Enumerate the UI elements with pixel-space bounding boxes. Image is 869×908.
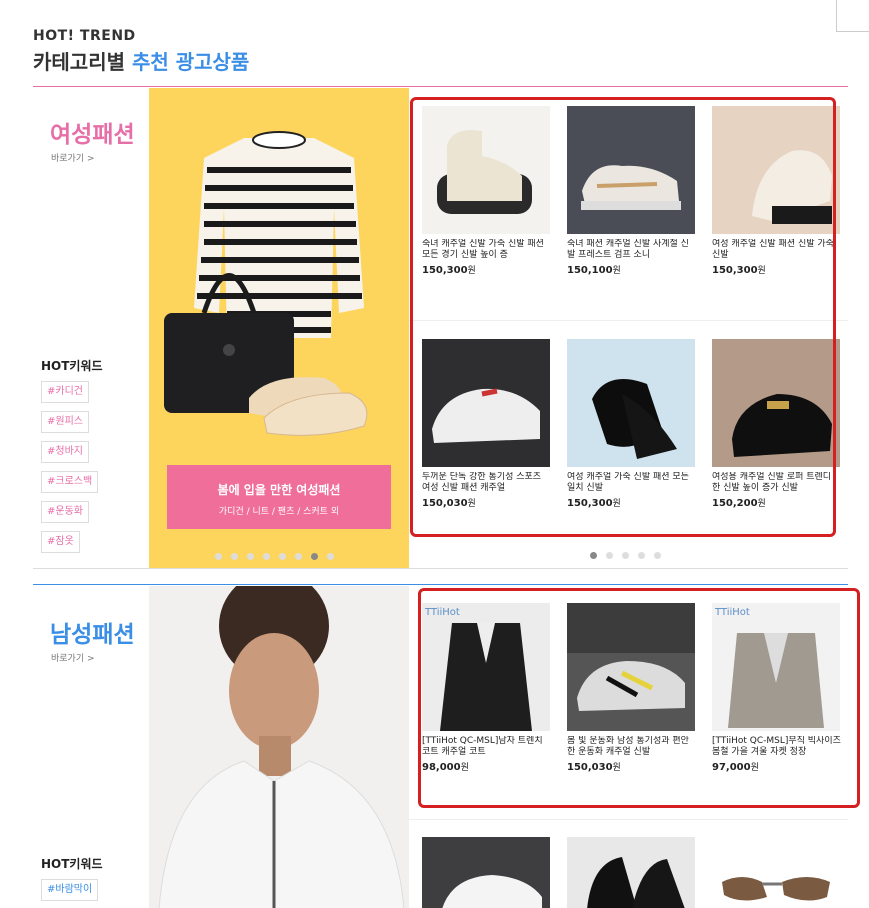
product-title[interactable]: 숙녀 캐주얼 신발 가죽 신발 패션 모든 경기 신발 높이 증 bbox=[422, 239, 552, 261]
product-price: 98,000원 bbox=[422, 762, 469, 773]
product-image bbox=[712, 339, 840, 467]
window-corner bbox=[836, 0, 869, 32]
pagination-dot-active[interactable] bbox=[311, 553, 318, 560]
keyword-tag[interactable]: #카디건 bbox=[41, 381, 89, 403]
section-divider bbox=[33, 568, 848, 569]
hot-keyword-label: HOT키워드 bbox=[41, 359, 103, 373]
pagination-dot[interactable] bbox=[263, 553, 270, 560]
row-divider bbox=[409, 320, 848, 321]
keyword-tag[interactable]: #운동화 bbox=[41, 501, 89, 523]
product-price: 150,030원 bbox=[422, 498, 476, 509]
banner-caption-box[interactable]: 봄에 입을 만한 여성패션 가디건 / 니트 / 팬츠 / 스커트 외 bbox=[167, 465, 391, 529]
product-card[interactable]: 여성 캐주얼 가죽 신발 패션 모든 일치 신발 150,300원 bbox=[567, 339, 697, 509]
product-price: 97,000원 bbox=[712, 762, 759, 773]
pagination-dot[interactable] bbox=[622, 552, 629, 559]
product-title[interactable]: 여성 캐주얼 신발 패션 신발 가죽 신발 bbox=[712, 239, 842, 261]
product-image bbox=[567, 837, 695, 908]
category-go-link[interactable]: 바로가기 > bbox=[51, 151, 95, 164]
product-title[interactable]: 여성용 캐주얼 신발 로퍼 트렌디 한 신발 높이 증가 신발 bbox=[712, 472, 842, 494]
section-kicker: HOT! TREND bbox=[33, 28, 136, 44]
product-price: 150,030원 bbox=[567, 762, 621, 773]
product-card[interactable]: 여성 캐주얼 신발 패션 신발 가죽 신발 150,300원 bbox=[712, 106, 842, 276]
product-card[interactable]: 숙녀 패션 캐주얼 신발 사계절 신발 프레스트 검프 소니 150,100원 bbox=[567, 106, 697, 276]
product-image: TTiiHot bbox=[712, 603, 840, 731]
pagination-dot[interactable] bbox=[215, 553, 222, 560]
brand-tag: TTiiHot bbox=[424, 607, 460, 618]
keyword-tag[interactable]: #청바지 bbox=[41, 441, 89, 463]
product-card[interactable]: 여성용 캐주얼 신발 로퍼 트렌디 한 신발 높이 증가 신발 150,200원 bbox=[712, 339, 842, 509]
pagination-dot[interactable] bbox=[231, 553, 238, 560]
product-title[interactable]: [TTiiHot QC-MSL]무직 빅사이즈 봄철 가을 겨울 자켓 정장 bbox=[712, 736, 842, 758]
product-title[interactable]: 여성 캐주얼 가죽 신발 패션 모든 일치 신발 bbox=[567, 472, 697, 494]
product-price: 150,300원 bbox=[422, 265, 476, 276]
product-price: 150,300원 bbox=[567, 498, 621, 509]
product-card[interactable]: 숙녀 캐주얼 신발 가죽 신발 패션 모든 경기 신발 높이 증 150,300… bbox=[422, 106, 552, 276]
product-image bbox=[422, 106, 550, 234]
product-title[interactable]: 숙녀 패션 캐주얼 신발 사계절 신발 프레스트 검프 소니 bbox=[567, 239, 697, 261]
product-title[interactable]: 봄 빛 운동화 남성 통기성과 편안한 운동화 캐주얼 신발 bbox=[567, 736, 697, 758]
pagination-dot[interactable] bbox=[295, 553, 302, 560]
product-image bbox=[422, 339, 550, 467]
row-divider bbox=[409, 819, 848, 820]
product-card[interactable]: TTiiHot [TTiiHot QC-MSL]남자 트렌치 코트 캐주얼 코트… bbox=[422, 603, 552, 773]
product-price: 150,200원 bbox=[712, 498, 766, 509]
men-fashion-section: 남성패션 바로가기 > HOT키워드 #바람막이 TTiiHot [TTiiHo… bbox=[33, 584, 848, 908]
keyword-tag[interactable]: #바람막이 bbox=[41, 879, 99, 901]
women-fashion-section: 여성패션 바로가기 > HOT키워드 #카디건 #원피스 #청바지 #크로스백 … bbox=[33, 86, 848, 568]
keyword-tag[interactable]: #크로스백 bbox=[41, 471, 99, 493]
product-image bbox=[712, 837, 840, 908]
category-go-link[interactable]: 바로가기 > bbox=[51, 651, 95, 664]
product-title[interactable]: 두꺼운 단독 강한 통기성 스포츠 여성 신발 패션 캐주얼 bbox=[422, 472, 552, 494]
product-image bbox=[567, 603, 695, 731]
product-image bbox=[422, 837, 550, 908]
product-card[interactable] bbox=[422, 837, 552, 908]
product-title[interactable]: [TTiiHot QC-MSL]남자 트렌치 코트 캐주얼 코트 bbox=[422, 736, 552, 758]
pagination-dot[interactable] bbox=[247, 553, 254, 560]
women-banner[interactable]: 봄에 입을 만한 여성패션 가디건 / 니트 / 팬츠 / 스커트 외 bbox=[149, 88, 409, 568]
product-card[interactable] bbox=[567, 837, 697, 908]
category-title-men[interactable]: 남성패션 bbox=[50, 615, 135, 649]
product-image: TTiiHot bbox=[422, 603, 550, 731]
hot-keyword-label: HOT키워드 bbox=[41, 857, 103, 871]
product-card[interactable]: 두꺼운 단독 강한 통기성 스포츠 여성 신발 패션 캐주얼 150,030원 bbox=[422, 339, 552, 509]
product-pagination bbox=[590, 552, 661, 559]
pagination-dot[interactable] bbox=[606, 552, 613, 559]
pagination-dot[interactable] bbox=[638, 552, 645, 559]
banner-pagination bbox=[215, 553, 334, 560]
keyword-tag[interactable]: #잠옷 bbox=[41, 531, 80, 553]
product-card[interactable] bbox=[712, 837, 842, 908]
pagination-dot[interactable] bbox=[327, 553, 334, 560]
sweater-bag-shoes-image bbox=[164, 131, 368, 436]
keyword-tag[interactable]: #원피스 bbox=[41, 411, 89, 433]
pagination-dot-active[interactable] bbox=[590, 552, 597, 559]
product-price: 150,300원 bbox=[712, 265, 766, 276]
brand-tag: TTiiHot bbox=[714, 607, 750, 618]
product-image bbox=[567, 339, 695, 467]
product-image bbox=[567, 106, 695, 234]
product-card[interactable]: TTiiHot [TTiiHot QC-MSL]무직 빅사이즈 봄철 가을 겨울… bbox=[712, 603, 842, 773]
category-title-women[interactable]: 여성패션 bbox=[50, 115, 135, 149]
section-title: 카테고리별 추천 광고상품 bbox=[33, 50, 250, 74]
banner-caption-sub: 가디건 / 니트 / 팬츠 / 스커트 외 bbox=[218, 507, 340, 517]
pagination-dot[interactable] bbox=[279, 553, 286, 560]
pagination-dot[interactable] bbox=[654, 552, 661, 559]
banner-caption-title: 봄에 입을 만한 여성패션 bbox=[217, 483, 341, 497]
product-price: 150,100원 bbox=[567, 265, 621, 276]
men-banner[interactable] bbox=[149, 586, 409, 908]
male-model-image bbox=[158, 586, 405, 908]
product-card[interactable]: 봄 빛 운동화 남성 통기성과 편안한 운동화 캐주얼 신발 150,030원 bbox=[567, 603, 697, 773]
product-image bbox=[712, 106, 840, 234]
